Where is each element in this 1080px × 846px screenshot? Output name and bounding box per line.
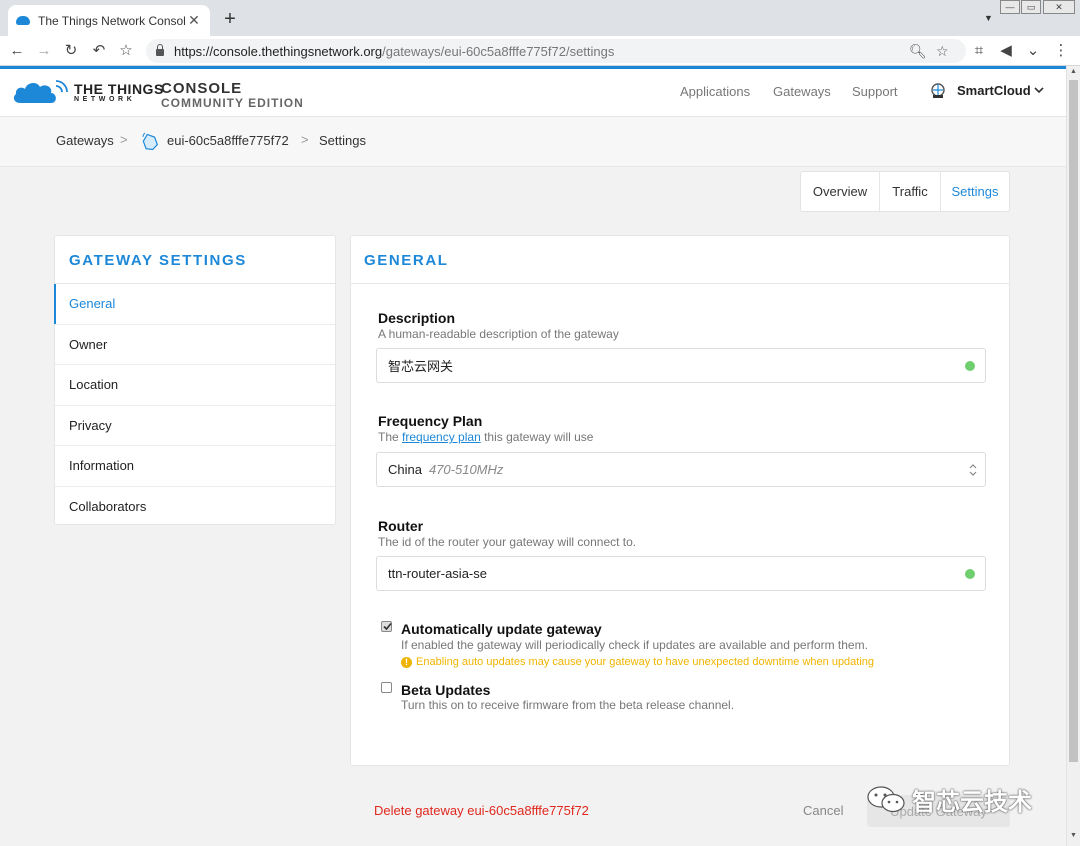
breadcrumb-gateways[interactable]: Gateways [56,133,114,148]
breadcrumb-gateway-id[interactable]: eui-60c5a8fffe775f72 [167,133,289,148]
router-help: The id of the router your gateway will c… [378,535,637,549]
browser-tab[interactable]: The Things Network Console ✕ [8,5,210,36]
description-help: A human-readable description of the gate… [378,327,619,341]
ttn-logo-icon[interactable] [12,77,70,105]
checkmark-icon [383,622,392,631]
browser-toolbar: ← → ↻ ↶ ☆ https://console.thethingsnetwo… [0,36,1080,66]
frequency-plan-value: China [388,462,422,477]
warning-icon: ! [401,656,412,668]
window-minimize-icon[interactable]: — [1000,0,1020,14]
description-valid-icon [965,361,975,371]
cancel-button[interactable]: Cancel [803,803,843,818]
beta-updates-help: Turn this on to receive firmware from th… [401,698,735,712]
watermark: 智芯云技术 [866,782,1046,816]
sidebar-item-general[interactable]: General [54,284,335,325]
url-path: /gateways/eui-60c5a8fffe775f72/settings [382,43,615,59]
scroll-down-icon[interactable]: ▼ [1070,832,1077,839]
nav-support[interactable]: Support [852,84,898,99]
general-settings-form: GENERAL Description A human-readable des… [350,235,1010,766]
description-value: 智芯云网关 [388,359,454,374]
breadcrumb: Gateways > eui-60c5a8fffe775f72 > Settin… [0,117,1066,167]
frequency-plan-select[interactable]: China 470-510MHz [376,452,986,487]
general-title: GENERAL [351,236,1009,284]
console-edition: COMMUNITY EDITION [161,96,304,110]
tab-settings[interactable]: Settings [941,172,1009,211]
scroll-up-icon[interactable]: ▲ [1070,68,1077,75]
sidebar-item-collaborators[interactable]: Collaborators [55,487,335,528]
logo-text-the-things: THE THINGS [74,81,164,97]
back-icon[interactable]: ← [7,41,27,61]
router-value: ttn-router-asia-se [388,566,487,581]
zoom-icon[interactable]: 🔍︎ [909,39,927,63]
scroll-thumb[interactable] [1069,80,1078,762]
auto-update-help: If enabled the gateway will periodically… [401,638,868,652]
watermark-text: 智芯云技术 [912,788,1032,816]
nav-gateways[interactable]: Gateways [773,84,831,99]
auto-update-warning-text: Enabling auto updates may cause your gat… [416,656,875,668]
gateway-settings-title: GATEWAY SETTINGS [55,236,335,284]
user-avatar-icon[interactable] [930,83,946,99]
tab-search-icon[interactable]: ▼ [984,13,993,23]
gateway-tabs: Overview Traffic Settings [800,171,1010,212]
nav-applications[interactable]: Applications [680,84,750,99]
browser-tab-title: The Things Network Console [38,13,186,28]
user-name[interactable]: SmartCloud [957,83,1031,98]
breadcrumb-separator: > [120,132,128,147]
select-updown-chevron-icon [969,464,977,476]
auto-update-label[interactable]: Automatically update gateway [401,621,602,637]
audio-icon[interactable]: ◀ [996,41,1016,61]
url-host: https://console.thethingsnetwork.org [174,43,383,59]
gateway-icon [142,132,159,151]
window-maximize-icon[interactable]: ▭ [1021,0,1041,14]
frequency-plan-label: Frequency Plan [378,413,483,429]
sidebar-item-privacy[interactable]: Privacy [55,406,335,446]
downloads-extension-icon[interactable]: ⌄ [1023,41,1043,61]
logo-text-network: NETWORK [74,96,136,103]
gateway-settings-menu: GATEWAY SETTINGS General Owner Location … [54,235,336,525]
undo-icon[interactable]: ↶ [89,41,109,61]
router-label: Router [378,518,424,534]
auto-update-checkbox[interactable] [381,621,392,632]
user-menu-chevron-down-icon[interactable] [1033,85,1045,95]
delete-gateway-link[interactable]: Delete gateway eui-60c5a8fffe775f72 [374,803,589,818]
lock-icon [156,44,164,56]
tab-traffic[interactable]: Traffic [880,172,941,211]
forward-icon[interactable]: → [34,41,54,61]
wechat-icon [867,786,905,813]
frequency-plan-help: The frequency plan this gateway will use [378,430,594,444]
address-bar[interactable]: https://console.thethingsnetwork.org/gat… [146,39,966,63]
description-label: Description [378,310,456,326]
ttn-favicon-icon [16,16,30,25]
page-scrollbar[interactable]: ▲ ▼ [1066,66,1080,846]
console-title: CONSOLE [161,80,243,97]
sidebar-item-information[interactable]: Information [55,446,335,487]
bookmark-star-icon[interactable]: ☆ [116,41,136,61]
breadcrumb-separator: > [301,132,309,147]
frequency-plan-link[interactable]: frequency plan [402,430,481,444]
browser-tab-strip: The Things Network Console ✕ + ▼ — ▭ ✕ [0,0,1080,36]
window-close-icon[interactable]: ✕ [1043,0,1075,14]
bookmark-page-star-icon[interactable]: ☆ [936,39,949,63]
sidebar-item-owner[interactable]: Owner [55,325,335,365]
auto-update-warning: ! Enabling auto updates may cause your g… [401,656,874,668]
router-input[interactable]: ttn-router-asia-se [376,556,986,591]
description-input[interactable]: 智芯云网关 [376,348,986,383]
tab-close-icon[interactable]: ✕ [186,12,202,29]
beta-updates-label[interactable]: Beta Updates [401,682,490,698]
router-valid-icon [965,569,975,579]
browser-menu-icon[interactable]: ⋮ [1051,41,1071,61]
app-header: THE THINGS NETWORK CONSOLE COMMUNITY EDI… [0,69,1066,117]
breadcrumb-settings: Settings [319,133,366,148]
crop-extension-icon[interactable]: ⌗ [969,41,989,61]
tab-overview[interactable]: Overview [801,172,880,211]
reload-icon[interactable]: ↻ [61,41,81,61]
beta-updates-checkbox[interactable] [381,682,392,693]
sidebar-item-location[interactable]: Location [55,365,335,406]
frequency-plan-range: 470-510MHz [428,462,504,477]
new-tab-button[interactable]: + [220,8,240,30]
